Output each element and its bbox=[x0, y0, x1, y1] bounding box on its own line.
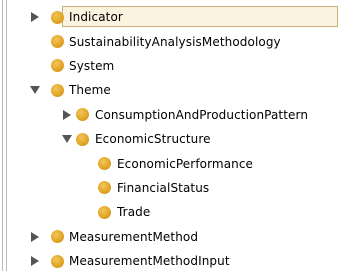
class-hierarchy-tree: Indicator SustainabilityAnalysisMethodol… bbox=[0, 5, 344, 273]
tree-node-label: MeasurementMethod bbox=[69, 229, 199, 244]
tree-node-label: Trade bbox=[117, 205, 151, 220]
tree-node-label: System bbox=[69, 58, 115, 73]
triangle-right-icon[interactable] bbox=[29, 11, 41, 23]
tree-node-label: EconomicStructure bbox=[95, 132, 211, 147]
class-circle-icon bbox=[76, 132, 89, 146]
class-circle-icon bbox=[51, 254, 64, 268]
tree-node-consumption-and-production-pattern[interactable]: ConsumptionAndProductionPattern bbox=[0, 103, 344, 127]
triangle-right-icon[interactable] bbox=[29, 231, 41, 243]
class-circle-icon bbox=[51, 10, 64, 24]
class-circle-icon bbox=[51, 59, 64, 73]
class-circle-icon bbox=[98, 157, 111, 171]
class-circle-icon bbox=[51, 83, 64, 97]
class-circle-icon bbox=[98, 205, 111, 219]
tree-node-label: Indicator bbox=[69, 10, 123, 25]
tree-node-label: FinancialStatus bbox=[117, 180, 210, 195]
class-circle-icon bbox=[51, 35, 64, 49]
class-circle-icon bbox=[76, 108, 89, 122]
triangle-down-icon[interactable] bbox=[29, 84, 41, 96]
tree-node-system[interactable]: System bbox=[0, 54, 344, 78]
tree-node-theme[interactable]: Theme bbox=[0, 78, 344, 102]
tree-node-label: MeasurementMethodInput bbox=[69, 254, 230, 269]
triangle-down-icon[interactable] bbox=[61, 133, 73, 145]
tree-node-economic-structure[interactable]: EconomicStructure bbox=[0, 127, 344, 151]
class-circle-icon bbox=[51, 230, 64, 244]
tree-node-label: EconomicPerformance bbox=[117, 156, 254, 171]
tree-node-measurement-method-input[interactable]: MeasurementMethodInput bbox=[0, 249, 344, 273]
tree-node-measurement-method[interactable]: MeasurementMethod bbox=[0, 225, 344, 249]
triangle-right-icon[interactable] bbox=[61, 109, 73, 121]
tree-node-label: SustainabilityAnalysisMethodology bbox=[69, 34, 281, 49]
tree-node-indicator[interactable]: Indicator bbox=[0, 5, 344, 29]
triangle-right-icon[interactable] bbox=[29, 255, 41, 267]
tree-node-sustainability-analysis-methodology[interactable]: SustainabilityAnalysisMethodology bbox=[0, 29, 344, 53]
tree-node-label: ConsumptionAndProductionPattern bbox=[95, 107, 309, 122]
tree-node-economic-performance[interactable]: EconomicPerformance bbox=[0, 151, 344, 175]
tree-node-label: Theme bbox=[69, 83, 111, 98]
tree-node-trade[interactable]: Trade bbox=[0, 200, 344, 224]
tree-node-financial-status[interactable]: FinancialStatus bbox=[0, 176, 344, 200]
class-circle-icon bbox=[98, 181, 111, 195]
